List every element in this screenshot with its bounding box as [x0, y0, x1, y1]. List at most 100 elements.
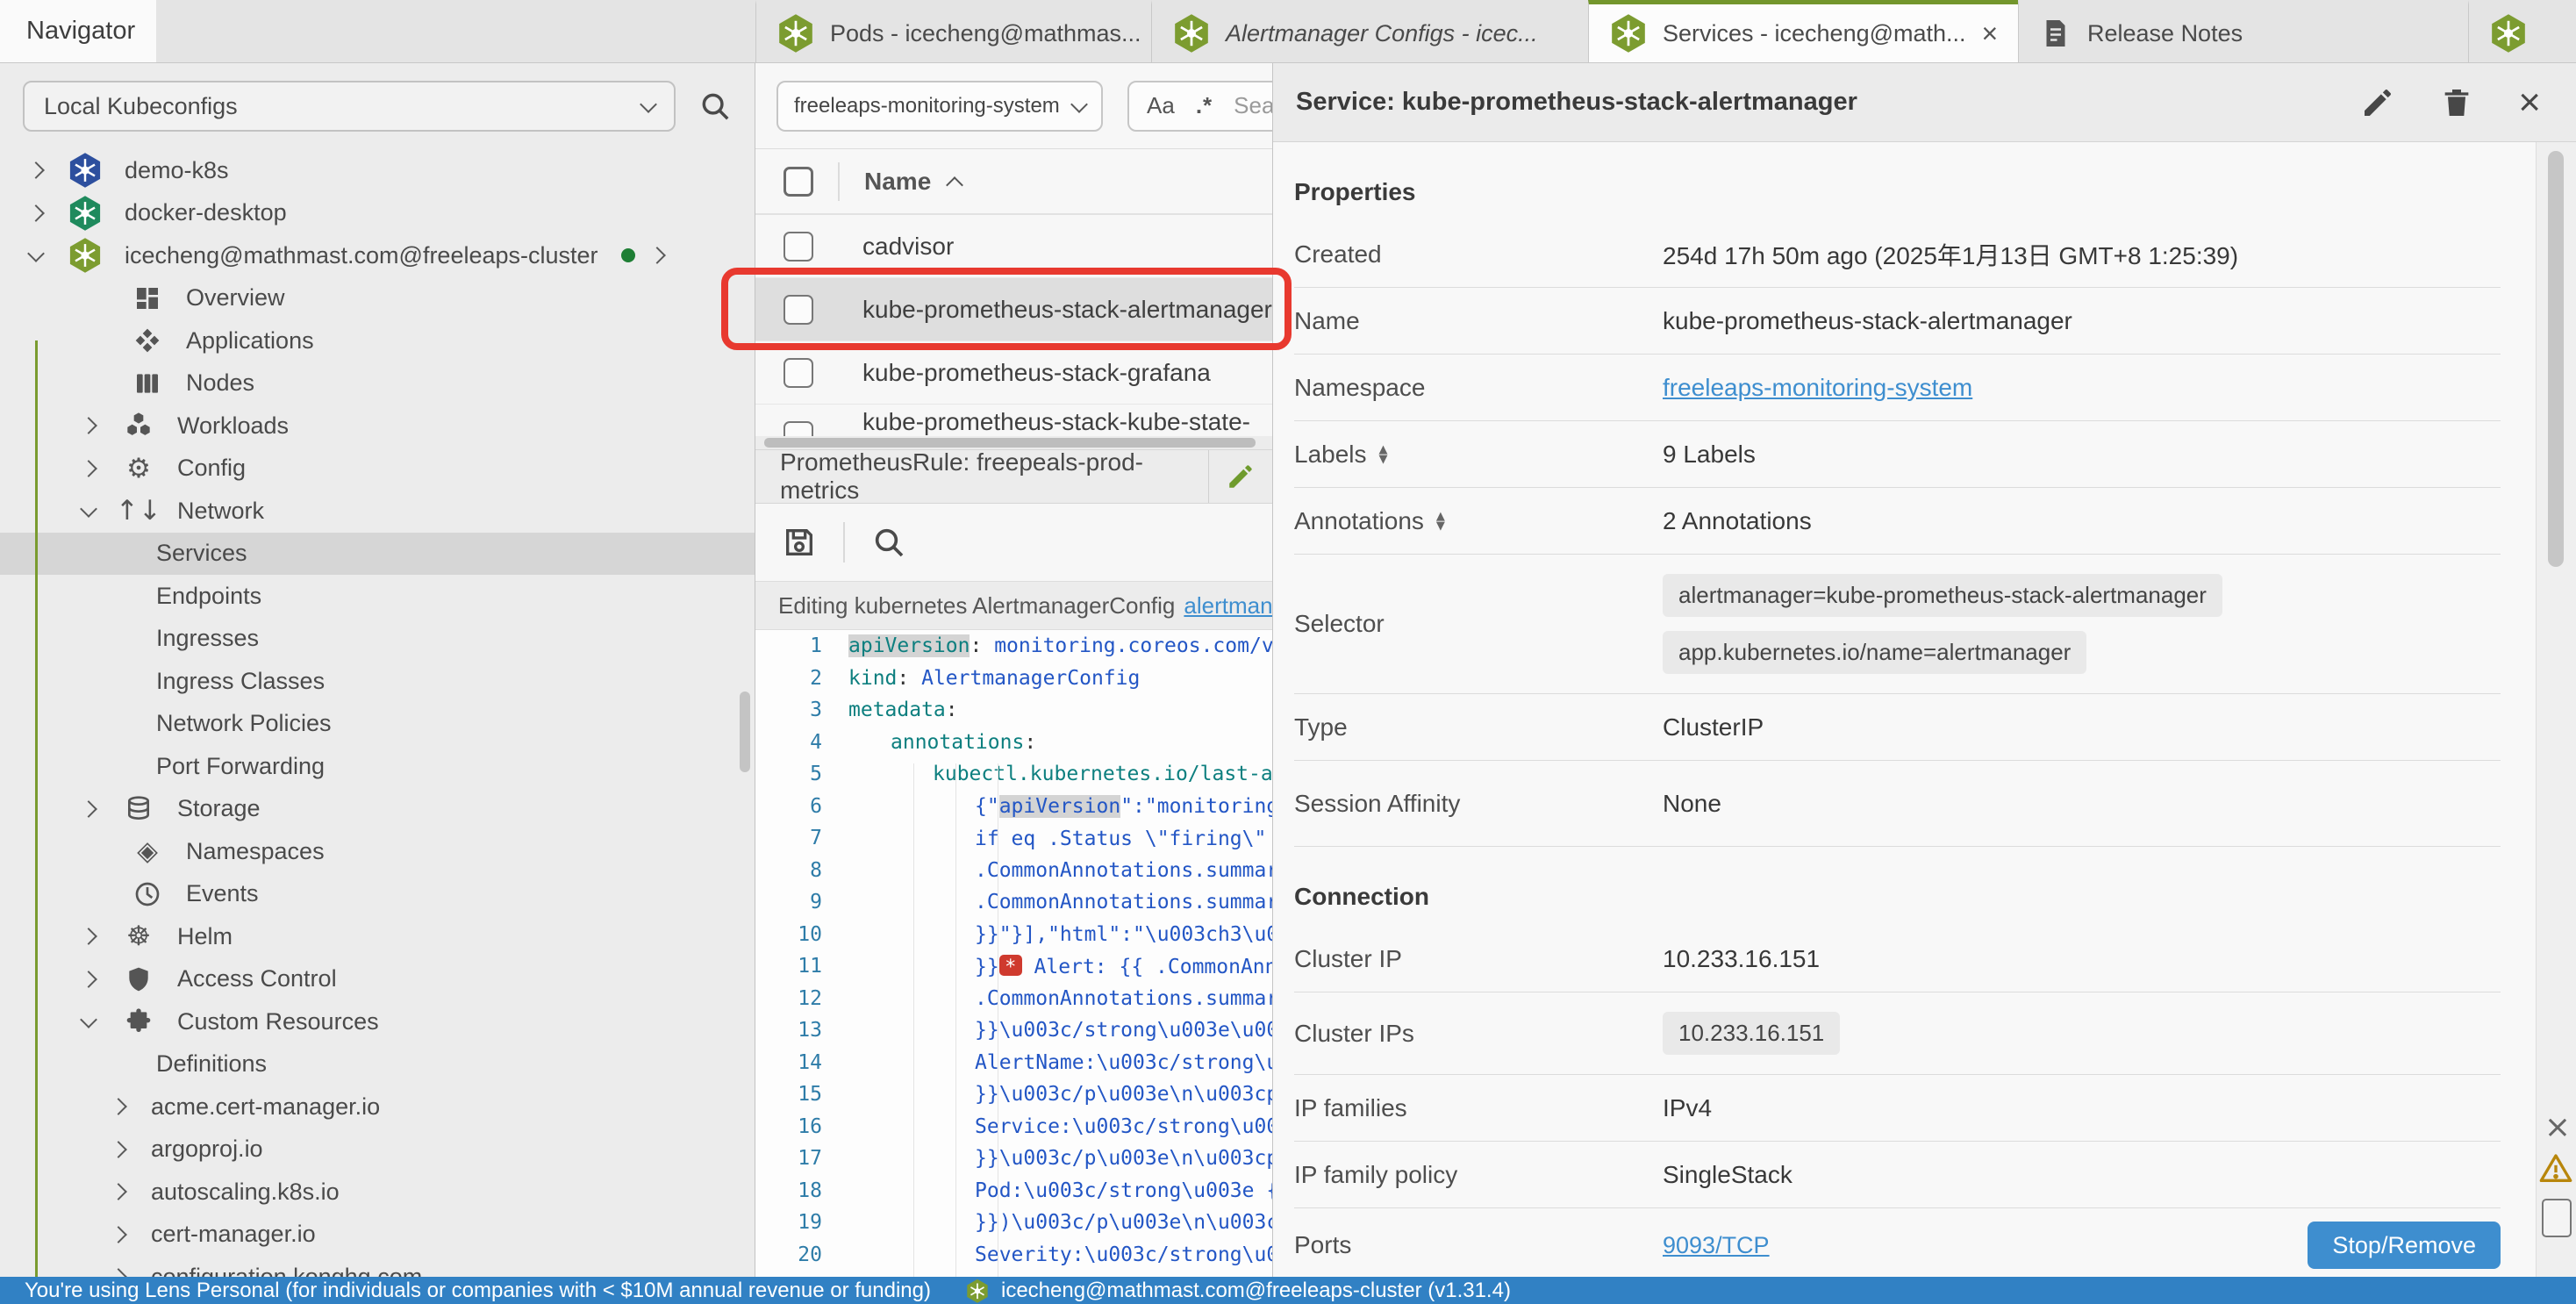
sidebar-item-definitions[interactable]: Definitions [0, 1043, 755, 1086]
tab-5[interactable] [2468, 0, 2576, 62]
row-checkbox[interactable] [784, 421, 813, 436]
chevron-right-icon[interactable] [30, 207, 68, 219]
port-link[interactable]: 9093/TCP [1663, 1232, 1770, 1259]
sidebar-item-endpoints[interactable]: Endpoints [0, 575, 755, 618]
active-cluster-status[interactable]: icecheng@mathmast.com@freeleaps-cluster … [966, 1279, 1511, 1303]
sidebar-item-label: Overview [186, 284, 285, 312]
sidebar-item-ingress-classes[interactable]: Ingress Classes [0, 660, 755, 703]
delete-service-button[interactable] [2439, 85, 2474, 120]
sidebar-item-icecheng-mathmast-com-freeleaps-cluster[interactable]: icecheng@mathmast.com@freeleaps-cluster [0, 234, 755, 277]
chevron-right-icon[interactable] [82, 930, 121, 942]
line-number: 7 [755, 827, 848, 849]
sidebar-item-applications[interactable]: Applications [0, 319, 755, 362]
close-panel-button[interactable]: × [2518, 83, 2541, 122]
row-checkbox[interactable] [784, 232, 813, 262]
select-all-checkbox[interactable] [784, 167, 813, 197]
close-tab-icon[interactable]: × [1982, 19, 1999, 47]
chevron-right-icon[interactable] [82, 419, 121, 432]
sort-toggle-icon[interactable]: ▲▼ [1436, 512, 1445, 531]
table-row[interactable]: kube-prometheus-stack-grafana [755, 341, 1272, 405]
sidebar-item-nodes[interactable]: Nodes [0, 362, 755, 405]
sidebar-item-argoproj-io[interactable]: argoproj.io [0, 1128, 755, 1171]
sidebar-item-label: Applications [186, 327, 314, 355]
tab-3[interactable]: Services - icecheng@math...× [1588, 0, 2018, 62]
namespace-link[interactable]: freeleaps-monitoring-system [1663, 374, 1972, 402]
regex-icon[interactable]: .* [1196, 92, 1213, 119]
chevron-down-icon[interactable] [30, 251, 68, 260]
sidebar-item-custom-resources[interactable]: Custom Resources [0, 1000, 755, 1043]
chevron-right-icon[interactable] [82, 462, 121, 475]
breadcrumb-link[interactable]: alertmanager [1184, 592, 1272, 620]
sidebar-item-helm[interactable]: ☸Helm [0, 915, 755, 958]
sidebar-item-overview[interactable]: Overview [0, 277, 755, 320]
code-line: 3metadata: [755, 694, 1272, 727]
sidebar-item-network[interactable]: ↑↓Network [0, 490, 755, 533]
chevron-right-icon[interactable] [112, 1229, 151, 1241]
detail-scrollbar-thumb[interactable] [2548, 151, 2564, 567]
sidebar-item-configuration-konghq-com[interactable]: configuration.konghq.com [0, 1256, 755, 1277]
sidebar-item-port-forwarding[interactable]: Port Forwarding [0, 745, 755, 788]
tab-4[interactable]: Release Notes [2018, 0, 2468, 62]
helm-icon: ☸ [121, 919, 156, 954]
namespace-selector[interactable]: freeleaps-monitoring-system [776, 81, 1103, 132]
sidebar-item-events[interactable]: Events [0, 873, 755, 916]
save-icon[interactable] [782, 525, 817, 560]
detail-row-value: 10.233.16.151 [1663, 945, 1820, 973]
sidebar-item-demo-k8s[interactable]: demo-k8s [0, 149, 755, 192]
sidebar-item-label: Services [156, 540, 247, 567]
sidebar-item-ingresses[interactable]: Ingresses [0, 618, 755, 661]
sidebar-item-workloads[interactable]: Workloads [0, 405, 755, 448]
code-line: 21}}\u003c/p\u003e\n\u003cp\u003 [755, 1271, 1272, 1277]
sidebar-item-network-policies[interactable]: Network Policies [0, 703, 755, 746]
detail-row-value: 9 Labels [1663, 441, 1756, 469]
search-input[interactable]: Aa .* Search [1127, 81, 1272, 132]
match-case-icon[interactable]: Aa [1147, 92, 1175, 119]
stop-remove-button[interactable]: Stop/Remove [2308, 1222, 2501, 1269]
table-row[interactable]: kube-prometheus-stack-kube-state-metrics [755, 405, 1272, 436]
sidebar-item-config[interactable]: ⚙Config [0, 448, 755, 491]
chevron-right-icon[interactable] [648, 247, 666, 264]
sidebar-item-autoscaling-k8s-io[interactable]: autoscaling.k8s.io [0, 1171, 755, 1214]
kubeconfig-selector-value: Local Kubeconfigs [44, 93, 238, 120]
sidebar-item-label: Events [186, 880, 259, 907]
warning-icon[interactable] [2538, 1151, 2573, 1186]
horizontal-scrollbar-thumb[interactable] [764, 438, 1256, 448]
edit-rule-button[interactable] [1208, 450, 1272, 503]
chevron-right-icon[interactable] [112, 1143, 151, 1156]
chevron-right-icon[interactable] [112, 1271, 151, 1277]
sidebar-item-cert-manager-io[interactable]: cert-manager.io [0, 1214, 755, 1257]
sort-toggle-icon[interactable]: ▲▼ [1379, 445, 1388, 464]
sidebar-item-acme-cert-manager-io[interactable]: acme.cert-manager.io [0, 1085, 755, 1128]
row-checkbox[interactable] [784, 358, 813, 388]
yaml-editor[interactable]: 1apiVersion: monitoring.coreos.com/v12ki… [755, 630, 1272, 1277]
edge-close-icon[interactable]: × [2544, 1109, 2571, 1145]
chevron-right-icon[interactable] [82, 973, 121, 985]
horizontal-scrollbar[interactable] [755, 436, 1272, 449]
code-line: 20Severity:\u003c/strong\u003e [755, 1239, 1272, 1272]
edge-button-partial[interactable] [2542, 1199, 2572, 1237]
sidebar-item-namespaces[interactable]: ◈Namespaces [0, 830, 755, 873]
chevron-right-icon[interactable] [82, 803, 121, 815]
kubeconfig-selector[interactable]: Local Kubeconfigs [23, 81, 676, 132]
sort-ascending-icon[interactable] [946, 176, 963, 194]
search-icon[interactable] [698, 90, 732, 123]
name-column-header[interactable]: Name [864, 168, 931, 196]
line-number: 4 [755, 731, 848, 754]
detail-row-label: Selector [1294, 610, 1663, 638]
sidebar-item-access-control[interactable]: Access Control [0, 958, 755, 1001]
editor-toolbar [755, 504, 1272, 581]
tab-2[interactable]: Alertmanager Configs - icec... [1151, 0, 1588, 62]
sidebar-scrollbar[interactable] [740, 691, 750, 772]
chevron-down-icon[interactable] [82, 1017, 121, 1026]
chevron-right-icon[interactable] [112, 1100, 151, 1113]
chevron-right-icon[interactable] [112, 1186, 151, 1198]
editor-search-icon[interactable] [871, 525, 906, 560]
navigator-panel-tab[interactable]: Navigator [0, 0, 156, 62]
tab-1[interactable]: Pods - icecheng@mathmas... [755, 0, 1151, 62]
sidebar-item-services[interactable]: Services [0, 533, 755, 576]
sidebar-item-docker-desktop[interactable]: docker-desktop [0, 192, 755, 235]
detail-scrollbar-track[interactable] [2536, 142, 2576, 1277]
sidebar-item-storage[interactable]: Storage [0, 788, 755, 831]
edit-service-button[interactable] [2360, 85, 2395, 120]
chevron-right-icon[interactable] [30, 164, 68, 176]
